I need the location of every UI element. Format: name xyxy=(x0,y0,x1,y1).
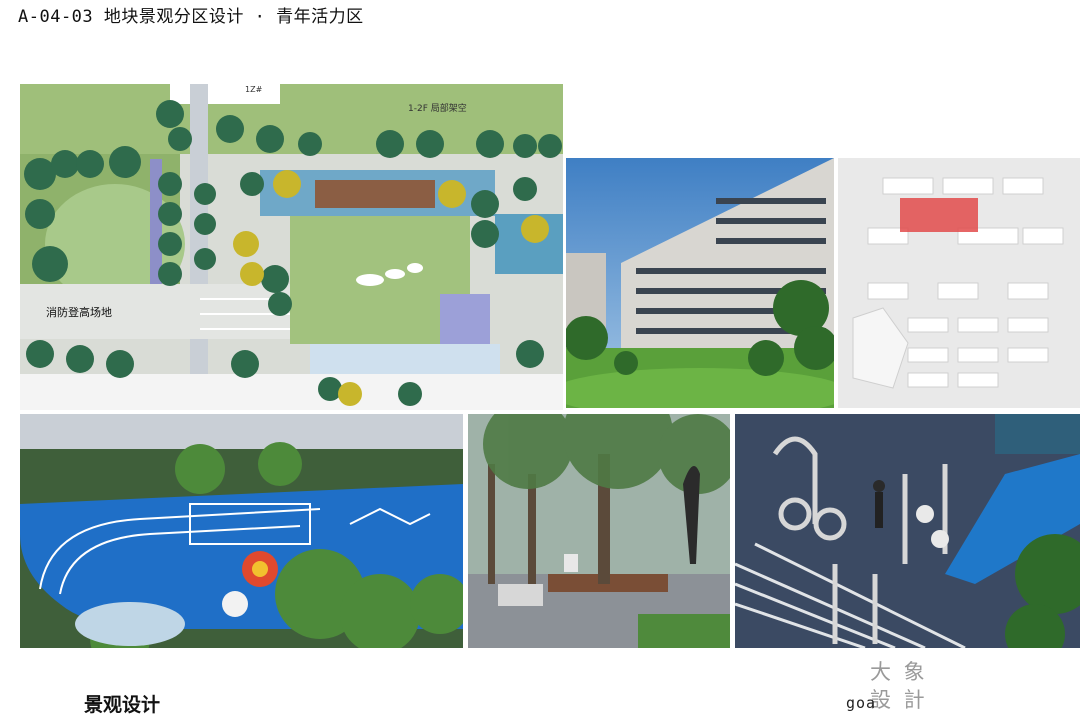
logo-cn-line-2: 設 計 xyxy=(870,688,928,712)
section-label: 景观设计 xyxy=(84,694,161,716)
svg-text:1Z#: 1Z# xyxy=(245,85,263,94)
svg-text:1-2F 局部架空: 1-2F 局部架空 xyxy=(408,102,467,114)
svg-text:消防登高场地: 消防登高场地 xyxy=(46,305,112,319)
logo-latin: goa xyxy=(846,694,877,712)
goa-logo: 大 象 設 計 goa xyxy=(846,656,936,716)
page-title: A-04-03 地块景观分区设计 · 青年活力区 xyxy=(18,7,364,27)
logo-cn-line-1: 大 象 xyxy=(870,660,928,684)
building-photo xyxy=(566,158,834,408)
fitness-area-photo xyxy=(735,414,1080,648)
tree-courtyard-photo xyxy=(468,414,730,648)
fire-area-label: 消防登高场地 xyxy=(46,305,112,319)
location-map-image xyxy=(838,158,1080,408)
overhead-label: 1-2F 局部架空 xyxy=(408,102,467,114)
building-tag-label: 1Z# xyxy=(245,85,263,94)
site-plan-image: 1Z# 1-2F 局部架空 消防登高场地 xyxy=(20,84,563,410)
playground-aerial-photo xyxy=(20,414,463,648)
